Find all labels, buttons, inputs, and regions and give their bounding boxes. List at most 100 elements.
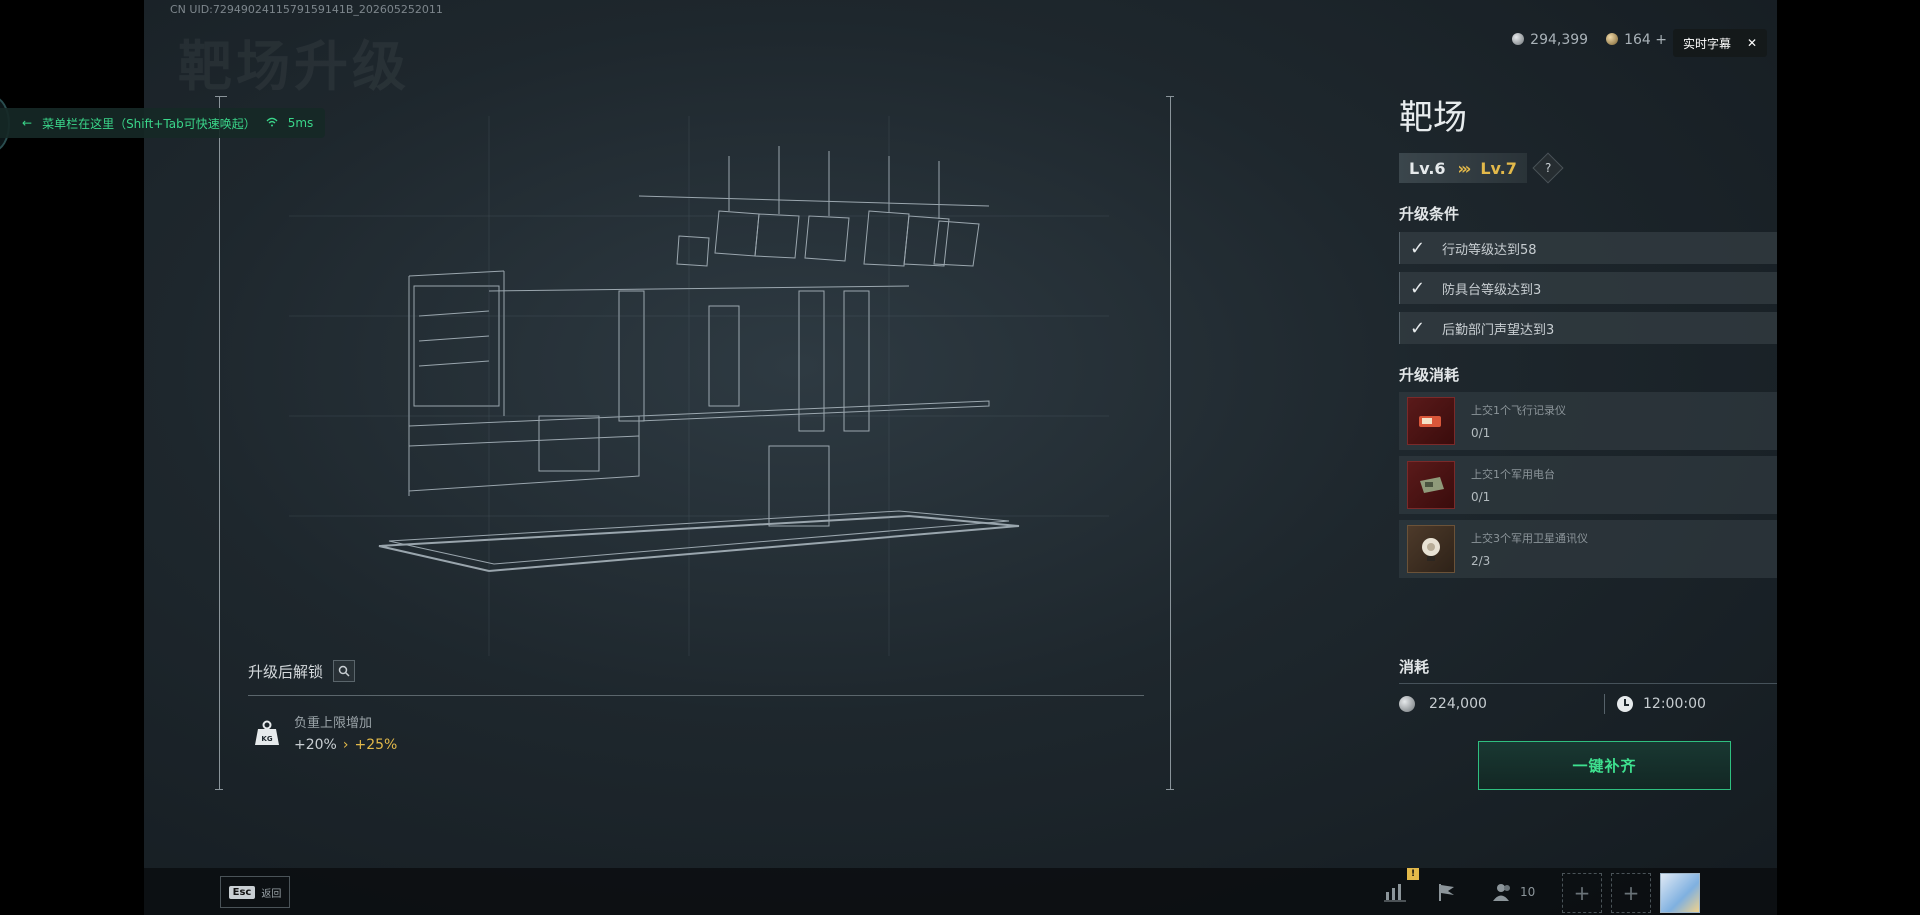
consume-separator: [1604, 694, 1605, 714]
material-count: 0/1: [1471, 490, 1491, 504]
consume-time-value: 12:00:00: [1643, 696, 1706, 712]
level-box: Lv.6 ››› Lv.7: [1399, 153, 1527, 183]
wifi-icon: [266, 116, 278, 130]
menu-hint-toast[interactable]: ← 菜单栏在这里（Shift+Tab可快速唤起） 5ms: [0, 108, 326, 138]
clock-icon: [1617, 696, 1633, 712]
consume-time: 12:00:00: [1604, 694, 1777, 714]
material-text: 上交1个飞行记录仪 0/1: [1471, 402, 1566, 440]
condition-row[interactable]: ✓ 行动等级达到58 ›: [1399, 232, 1777, 264]
conditions-title: 升级条件: [1399, 205, 1460, 223]
silver-coin-icon: [1399, 696, 1415, 712]
notification-badge: !: [1407, 868, 1419, 880]
ping-value: 5ms: [287, 116, 314, 130]
live-caption-label: 实时字幕: [1683, 36, 1732, 51]
material-count: 0/1: [1471, 426, 1491, 440]
consume-title: 消耗: [1399, 658, 1430, 676]
flag-icon: [1439, 884, 1454, 901]
facility-title: 靶场: [1399, 98, 1467, 138]
consume-divider: [1399, 683, 1777, 684]
cost-header: 升级消耗: [1399, 362, 1777, 386]
material-row[interactable]: 上交1个飞行记录仪 0/1: [1399, 392, 1777, 450]
friends-button[interactable]: 10: [1492, 878, 1535, 906]
team-slot-empty[interactable]: +: [1611, 873, 1651, 913]
search-icon[interactable]: [333, 660, 356, 682]
material-name: 上交1个军用电台: [1471, 468, 1555, 481]
auto-fill-button[interactable]: 一键补齐: [1478, 741, 1731, 790]
silver-currency: 294,399: [1512, 32, 1588, 48]
material-row[interactable]: 上交3个军用卫星通讯仪 2/3: [1399, 520, 1777, 578]
viewer-frame-left: [219, 96, 227, 790]
material-name: 上交1个飞行记录仪: [1471, 404, 1566, 417]
currency-bar: 294,399 164 +: [1512, 32, 1667, 48]
gold-coin-icon: [1606, 33, 1619, 45]
flight-recorder-icon: [1407, 397, 1455, 445]
arrow-left-icon: ←: [22, 116, 33, 130]
material-text: 上交3个军用卫星通讯仪 2/3: [1471, 530, 1588, 568]
shooting-range-hologram: [289, 116, 1109, 656]
viewer-corner-br: [1166, 789, 1174, 797]
condition-row[interactable]: ✓ 后勤部门声望达到3 ›: [1399, 312, 1777, 344]
material-text: 上交1个军用电台 0/1: [1471, 466, 1555, 504]
viewer-corner-tr: [1166, 96, 1174, 104]
check-icon: ✓: [1410, 317, 1426, 339]
back-label: 返回: [261, 888, 282, 900]
friends-count: 10: [1520, 885, 1536, 899]
live-caption-pill[interactable]: 实时字幕 ✕: [1673, 29, 1767, 57]
player-avatar[interactable]: [1660, 873, 1700, 913]
unlock-item-text: 负重上限增加 +20% › +25%: [294, 712, 397, 753]
unlock-to-value: +25%: [354, 737, 398, 753]
viewer-frame-right: [1170, 96, 1178, 790]
help-icon: ?: [1544, 161, 1552, 175]
close-icon[interactable]: ✕: [1747, 36, 1757, 50]
gold-currency[interactable]: 164 +: [1606, 32, 1667, 48]
unlock-item-label: 负重上限增加: [294, 716, 373, 731]
flag-button[interactable]: [1436, 878, 1458, 906]
silver-coin-icon: [1512, 33, 1525, 45]
stats-button[interactable]: [1384, 878, 1406, 906]
material-row[interactable]: 上交1个军用电台 0/1: [1399, 456, 1777, 514]
weight-icon-label: KG: [261, 735, 272, 743]
unlock-from-value: +20%: [294, 737, 337, 753]
consume-money-value: 224,000: [1429, 696, 1487, 712]
page-watermark-title: 靶场升级: [178, 35, 410, 98]
bottom-bar: Esc 返回 10 + +: [144, 868, 1777, 915]
add-gold-button[interactable]: +: [1655, 32, 1667, 48]
facility-viewer: [215, 96, 1174, 790]
material-count: 2/3: [1471, 554, 1491, 568]
unlock-divider: [248, 695, 1144, 696]
upgrade-panel: 靶场 Lv.6 ››› Lv.7 ? 升级条件 ✓ 行动等级达到58 › ✓ 防…: [1399, 90, 1777, 578]
help-button[interactable]: ?: [1532, 152, 1564, 184]
satellite-communicator-icon: [1407, 525, 1455, 573]
check-icon: ✓: [1410, 277, 1426, 299]
esc-key-icon: Esc: [228, 885, 256, 899]
consume-money: 224,000: [1399, 696, 1604, 712]
level-arrows-icon: ›››: [1457, 158, 1472, 178]
level-indicator: Lv.6 ››› Lv.7 ?: [1399, 152, 1777, 184]
condition-label: 后勤部门声望达到3: [1442, 322, 1555, 338]
back-button[interactable]: Esc 返回: [220, 876, 290, 908]
team-slot-empty[interactable]: +: [1562, 873, 1602, 913]
viewer-corner-bl: [215, 789, 223, 797]
menu-hint-text: 菜单栏在这里（Shift+Tab可快速唤起）: [42, 116, 256, 131]
unlock-item-carry-capacity: KG 负重上限增加 +20% › +25%: [254, 712, 397, 753]
viewer-corner-tl: [215, 96, 223, 104]
consume-section: 消耗 224,000 12:00:00: [1399, 656, 1777, 714]
level-next: Lv.7: [1480, 158, 1517, 178]
unlock-item-values: +20% › +25%: [294, 737, 397, 753]
friends-icon: [1493, 884, 1510, 901]
condition-label: 行动等级达到58: [1442, 242, 1537, 258]
level-current: Lv.6: [1409, 158, 1446, 178]
game-viewport: CN UID:7294902411579159141B_202605252011…: [144, 0, 1777, 915]
uid-text: CN UID:7294902411579159141B_202605252011: [170, 3, 443, 16]
bar-chart-icon: [1384, 884, 1406, 902]
weight-icon: KG: [255, 720, 279, 745]
silver-amount: 294,399: [1530, 32, 1589, 48]
check-icon: ✓: [1410, 237, 1426, 259]
cost-title: 升级消耗: [1399, 365, 1460, 384]
gold-amount: 164: [1624, 32, 1651, 48]
unlock-section-header: 升级后解锁: [248, 660, 356, 682]
material-name: 上交3个军用卫星通讯仪: [1471, 532, 1588, 545]
condition-row[interactable]: ✓ 防具台等级达到3 ›: [1399, 272, 1777, 304]
magnifier-icon: [338, 665, 350, 677]
condition-label: 防具台等级达到3: [1442, 282, 1542, 298]
